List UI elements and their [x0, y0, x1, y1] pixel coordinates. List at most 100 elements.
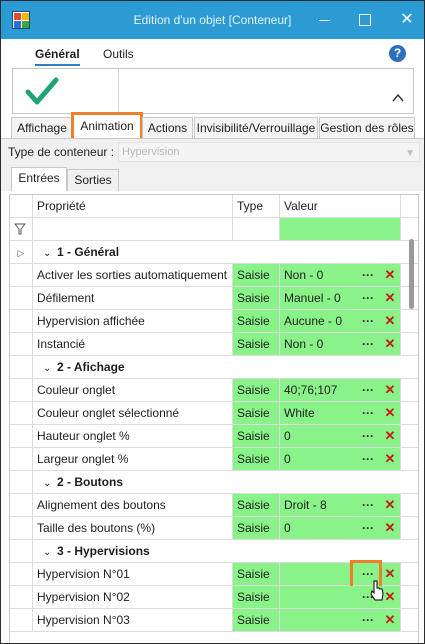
type-cell[interactable]: Saisie [233, 563, 280, 586]
header-value[interactable]: Valeur [280, 195, 401, 218]
value-cell[interactable]: White ··· ✕ [280, 402, 401, 425]
property-cell: Hauteur onglet % [33, 425, 233, 448]
validate-check-icon[interactable] [25, 75, 59, 107]
close-icon[interactable]: ✕ [396, 9, 418, 31]
tab-actions[interactable]: Actions [142, 117, 193, 139]
table-row[interactable]: Hypervision N°02 Saisie ··· ✕ [10, 586, 418, 609]
edit-dots-button[interactable]: ··· [360, 379, 376, 401]
group-collapse-icon[interactable]: ⌄ [43, 243, 57, 263]
value-cell[interactable]: Non - 0 ··· ✕ [280, 264, 401, 287]
type-cell[interactable]: Saisie [233, 609, 280, 632]
table-row[interactable]: Couleur onglet Saisie 40;76;107 ··· ✕ [10, 379, 418, 402]
group-row[interactable]: ⌄ 2 - Boutons [10, 471, 418, 494]
delete-x-icon[interactable]: ✕ [383, 494, 397, 516]
value-cell[interactable]: 0 ··· ✕ [280, 425, 401, 448]
filter-value-input[interactable] [280, 218, 401, 241]
table-row[interactable]: Hauteur onglet % Saisie 0 ··· ✕ [10, 425, 418, 448]
edit-dots-button[interactable]: ··· [360, 494, 376, 516]
help-icon[interactable]: ? [389, 45, 406, 62]
group-row[interactable]: ▷ ⌄ 1 - Général [10, 241, 418, 264]
table-row[interactable]: Alignement des boutons Saisie Droit - 8 ···… [10, 494, 418, 517]
container-type-select[interactable]: Hypervision ▼ [118, 142, 420, 162]
value-cell[interactable]: Non - 0 ··· ✕ [280, 333, 401, 356]
table-row[interactable]: Activer les sorties automatiquement Saisi… [10, 264, 418, 287]
table-row[interactable]: Instancié Saisie Non - 0 ··· ✕ [10, 333, 418, 356]
edit-dots-button[interactable]: ··· [360, 448, 376, 470]
filter-type-input[interactable] [233, 218, 280, 241]
tab-sorties[interactable]: Sorties [67, 169, 119, 191]
delete-x-icon[interactable]: ✕ [383, 333, 397, 355]
table-row[interactable]: Défilement Saisie Manuel - 0 ··· ✕ [10, 287, 418, 310]
row-spacer [401, 494, 418, 517]
value-cell[interactable]: Aucune - 0 ··· ✕ [280, 310, 401, 333]
delete-x-icon[interactable]: ✕ [383, 586, 397, 608]
ribbon-tab-general[interactable]: Général [35, 47, 80, 66]
delete-x-icon[interactable]: ✕ [383, 448, 397, 470]
table-row[interactable]: Largeur onglet % Saisie 0 ··· ✕ [10, 448, 418, 471]
vertical-scrollbar[interactable] [409, 239, 414, 309]
type-cell[interactable]: Saisie [233, 333, 280, 356]
delete-x-icon[interactable]: ✕ [383, 517, 397, 539]
tab-invisibilite-verrouillage[interactable]: Invisibilité/Verrouillage [194, 117, 318, 139]
delete-x-icon[interactable]: ✕ [383, 379, 397, 401]
maximize-icon[interactable] [353, 9, 375, 31]
group-label[interactable]: ⌄ 1 - Général [33, 241, 401, 264]
edit-dots-button[interactable]: ··· [360, 402, 376, 424]
edit-dots-button[interactable]: ··· [360, 609, 376, 631]
edit-dots-button[interactable]: ··· [360, 264, 376, 286]
filter-property-input[interactable] [33, 218, 233, 241]
delete-x-icon[interactable]: ✕ [383, 402, 397, 424]
edit-dots-button[interactable]: ··· [360, 333, 376, 355]
group-collapse-icon[interactable]: ⌄ [43, 542, 57, 562]
type-cell[interactable]: Saisie [233, 310, 280, 333]
tab-entrees[interactable]: Entrées [11, 167, 67, 191]
minimize-icon[interactable] [314, 9, 336, 31]
group-label[interactable]: ⌄ 2 - Boutons [33, 471, 401, 494]
delete-x-icon[interactable]: ✕ [383, 563, 397, 585]
table-row[interactable]: Couleur onglet sélectionné Saisie White ···… [10, 402, 418, 425]
value-text: Non - 0 [284, 268, 324, 282]
type-cell[interactable]: Saisie [233, 264, 280, 287]
title-bar[interactable]: Edition d'un objet [Conteneur] ✕ [1, 1, 424, 39]
group-label[interactable]: ⌄ 3 - Hypervisions [33, 540, 401, 563]
tab-gestion-des-roles[interactable]: Gestion des rôles [319, 117, 415, 139]
value-cell[interactable]: 0 ··· ✕ [280, 517, 401, 540]
delete-x-icon[interactable]: ✕ [383, 310, 397, 332]
delete-x-icon[interactable]: ✕ [383, 264, 397, 286]
type-cell[interactable]: Saisie [233, 402, 280, 425]
value-cell[interactable]: 0 ··· ✕ [280, 448, 401, 471]
type-cell[interactable]: Saisie [233, 425, 280, 448]
group-label[interactable]: ⌄ 2 - Afichage [33, 356, 401, 379]
group-collapse-icon[interactable]: ⌄ [43, 358, 57, 378]
table-row[interactable]: Taille des boutons (%) Saisie 0 ··· ✕ [10, 517, 418, 540]
value-cell[interactable]: Manuel - 0 ··· ✕ [280, 287, 401, 310]
ribbon-tab-outils[interactable]: Outils [103, 47, 134, 61]
value-cell[interactable]: ··· ✕ [280, 609, 401, 632]
edit-dots-button[interactable]: ··· [360, 517, 376, 539]
type-cell[interactable]: Saisie [233, 448, 280, 471]
collapse-ribbon-icon[interactable] [391, 91, 405, 105]
expand-arrow-icon[interactable]: ▷ [18, 248, 25, 258]
table-row[interactable]: Hypervision N°03 Saisie ··· ✕ [10, 609, 418, 632]
delete-x-icon[interactable]: ✕ [383, 425, 397, 447]
tab-affichage[interactable]: Affichage [11, 117, 73, 139]
edit-dots-button[interactable]: ··· [360, 425, 376, 447]
edit-dots-button[interactable]: ··· [360, 310, 376, 332]
type-cell[interactable]: Saisie [233, 586, 280, 609]
header-type[interactable]: Type [233, 195, 280, 218]
filter-icon[interactable] [14, 223, 26, 235]
value-cell[interactable]: Droit - 8 ··· ✕ [280, 494, 401, 517]
group-collapse-icon[interactable]: ⌄ [43, 473, 57, 493]
type-cell[interactable]: Saisie [233, 287, 280, 310]
type-cell[interactable]: Saisie [233, 379, 280, 402]
table-row[interactable]: Hypervision affichée Saisie Aucune - 0 ··· ✕ [10, 310, 418, 333]
type-cell[interactable]: Saisie [233, 494, 280, 517]
group-title: 2 - Boutons [57, 475, 123, 489]
type-cell[interactable]: Saisie [233, 517, 280, 540]
group-row[interactable]: ⌄ 2 - Afichage [10, 356, 418, 379]
delete-x-icon[interactable]: ✕ [383, 287, 397, 309]
delete-x-icon[interactable]: ✕ [383, 609, 397, 631]
header-property[interactable]: Propriété [33, 195, 233, 218]
value-cell[interactable]: 40;76;107 ··· ✕ [280, 379, 401, 402]
edit-dots-button[interactable]: ··· [360, 287, 376, 309]
